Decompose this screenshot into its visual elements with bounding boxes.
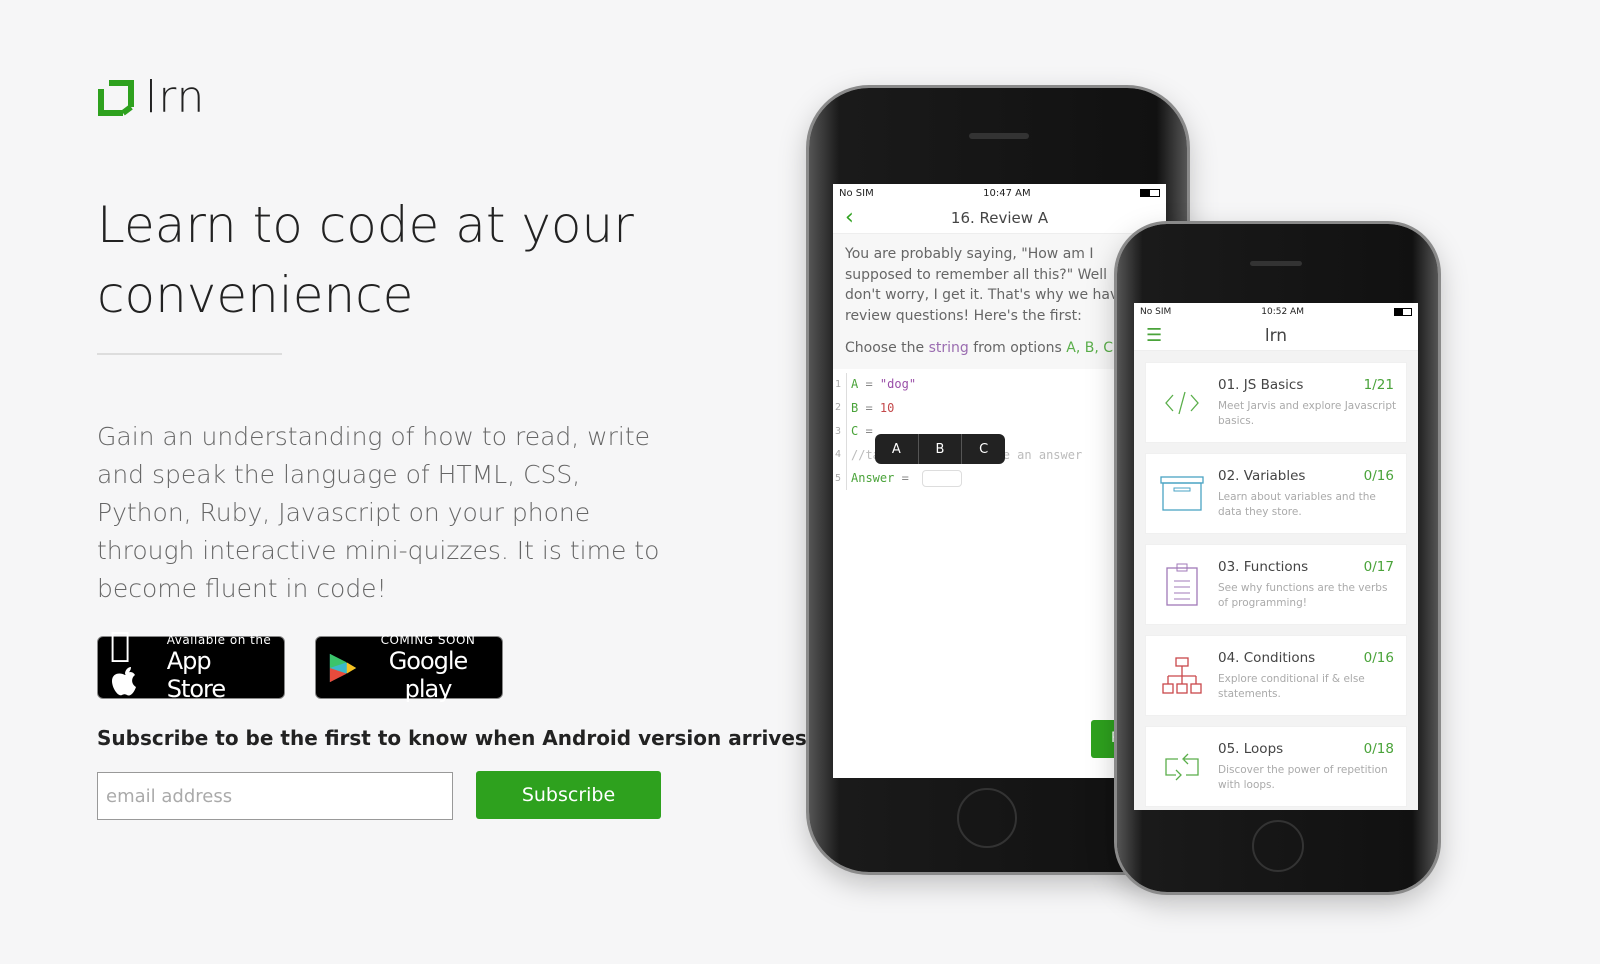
menu-icon[interactable]: ☰ bbox=[1146, 325, 1162, 346]
clipboard-icon bbox=[1146, 545, 1218, 624]
line-number: 5 bbox=[835, 466, 847, 490]
lesson-progress: 1/21 bbox=[1363, 377, 1394, 393]
phone-lessons: No SIM 10:52 AM ☰ lrn 01. JS Basics Meet Ja… bbox=[1117, 224, 1438, 892]
lesson-card[interactable]: 02. Variables Learn about variables and t… bbox=[1146, 454, 1406, 533]
subscribe-button[interactable]: Subscribe bbox=[476, 771, 661, 819]
box-icon bbox=[1146, 454, 1218, 533]
app-store-button[interactable]:  Available on theApp Store bbox=[97, 625, 285, 703]
battery-icon bbox=[1139, 189, 1160, 197]
lesson-description: Explore conditional if & else statements… bbox=[1218, 673, 1365, 700]
line-number: 3 bbox=[835, 419, 847, 443]
page-title: Learn to code at your convenience bbox=[97, 196, 634, 324]
email-input[interactable] bbox=[97, 772, 453, 820]
lesson-card[interactable]: 04. Conditions Explore conditional if & e… bbox=[1146, 636, 1406, 715]
hero-description: Gain an understanding of how to read, wr… bbox=[97, 422, 660, 603]
lesson-card[interactable]: 01. JS Basics Meet Jarvis and explore Jav… bbox=[1146, 363, 1406, 442]
code-line: 5 Answer = bbox=[835, 466, 1164, 490]
answer-blank[interactable] bbox=[922, 469, 963, 487]
lesson-list: 01. JS Basics Meet Jarvis and explore Jav… bbox=[1134, 363, 1418, 806]
prompt-options: A, B, C. bbox=[1066, 340, 1118, 356]
google-play-icon bbox=[329, 653, 357, 682]
code-var: Answer bbox=[851, 471, 895, 486]
app-title: lrn bbox=[1264, 325, 1288, 346]
logo[interactable]: lrn bbox=[97, 72, 205, 123]
code-var: C bbox=[851, 424, 859, 439]
google-play-small: COMING SOON bbox=[380, 632, 476, 647]
battery-icon bbox=[1394, 308, 1412, 316]
app-store-small: Available on the bbox=[148, 633, 271, 661]
divider bbox=[97, 353, 282, 355]
flowchart-icon bbox=[1146, 636, 1218, 715]
lesson-progress: 0/16 bbox=[1363, 468, 1394, 484]
code-line: 1A = "dog" bbox=[835, 372, 1164, 396]
loop-icon bbox=[1146, 727, 1218, 806]
google-play-button[interactable]: COMING SOON Google play bbox=[315, 632, 503, 703]
code-op: = bbox=[858, 400, 880, 415]
subscribe-text: Subscribe to be the first to know when A… bbox=[97, 726, 807, 750]
answer-popup: ABC bbox=[875, 434, 1005, 464]
app-store-big: App Store bbox=[148, 647, 257, 703]
lessons-screen: No SIM 10:52 AM ☰ lrn 01. JS Basics Meet Ja… bbox=[1134, 303, 1418, 810]
back-chevron-icon[interactable]: ‹ bbox=[845, 205, 854, 230]
lesson-progress: 0/17 bbox=[1363, 559, 1394, 575]
prompt-keyword: string bbox=[928, 340, 969, 356]
code-icon bbox=[1146, 363, 1218, 442]
logo-mark-icon bbox=[98, 79, 134, 116]
logo-text: lrn bbox=[145, 72, 206, 123]
lesson-description: Discover the power of repetition with lo… bbox=[1218, 764, 1388, 791]
line-number: 4 bbox=[835, 443, 847, 467]
clock: 10:52 AM bbox=[1261, 307, 1304, 317]
google-play-big: Google play bbox=[388, 646, 469, 703]
line-number: 2 bbox=[835, 396, 847, 420]
line-number: 1 bbox=[835, 372, 847, 396]
lesson-description: See why functions are the verbs of progr… bbox=[1218, 582, 1388, 609]
code-var: B bbox=[851, 400, 859, 415]
lesson-title: 16. Review A bbox=[950, 208, 1049, 227]
code-line: 2B = 10 bbox=[835, 396, 1164, 420]
apple-icon:  bbox=[110, 625, 159, 710]
carrier: No SIM bbox=[839, 187, 874, 199]
popup-option[interactable]: A bbox=[875, 434, 918, 464]
code-value: "dog" bbox=[879, 377, 917, 392]
popup-option[interactable]: C bbox=[961, 434, 1005, 464]
lesson-card[interactable]: 03. Functions See why functions are the v… bbox=[1146, 545, 1406, 624]
prompt-text: Choose the bbox=[845, 340, 929, 356]
review-intro: You are probably saying, "How am I suppo… bbox=[845, 246, 1127, 324]
code-op: = bbox=[858, 377, 880, 392]
code-op: = bbox=[894, 471, 917, 486]
lesson-description: Learn about variables and the data they … bbox=[1218, 491, 1376, 518]
clock: 10:47 AM bbox=[983, 187, 1031, 199]
carrier: No SIM bbox=[1140, 307, 1172, 317]
code-value: 10 bbox=[879, 400, 895, 415]
code-var: A bbox=[851, 377, 859, 392]
popup-option[interactable]: B bbox=[917, 434, 962, 464]
lesson-progress: 0/18 bbox=[1363, 741, 1394, 757]
lesson-card[interactable]: 05. Loops Discover the power of repetitio… bbox=[1146, 727, 1406, 806]
prompt-text-mid: from options bbox=[968, 340, 1067, 356]
lesson-description: Meet Jarvis and explore Javascript basic… bbox=[1218, 400, 1397, 427]
lesson-progress: 0/16 bbox=[1363, 650, 1394, 666]
